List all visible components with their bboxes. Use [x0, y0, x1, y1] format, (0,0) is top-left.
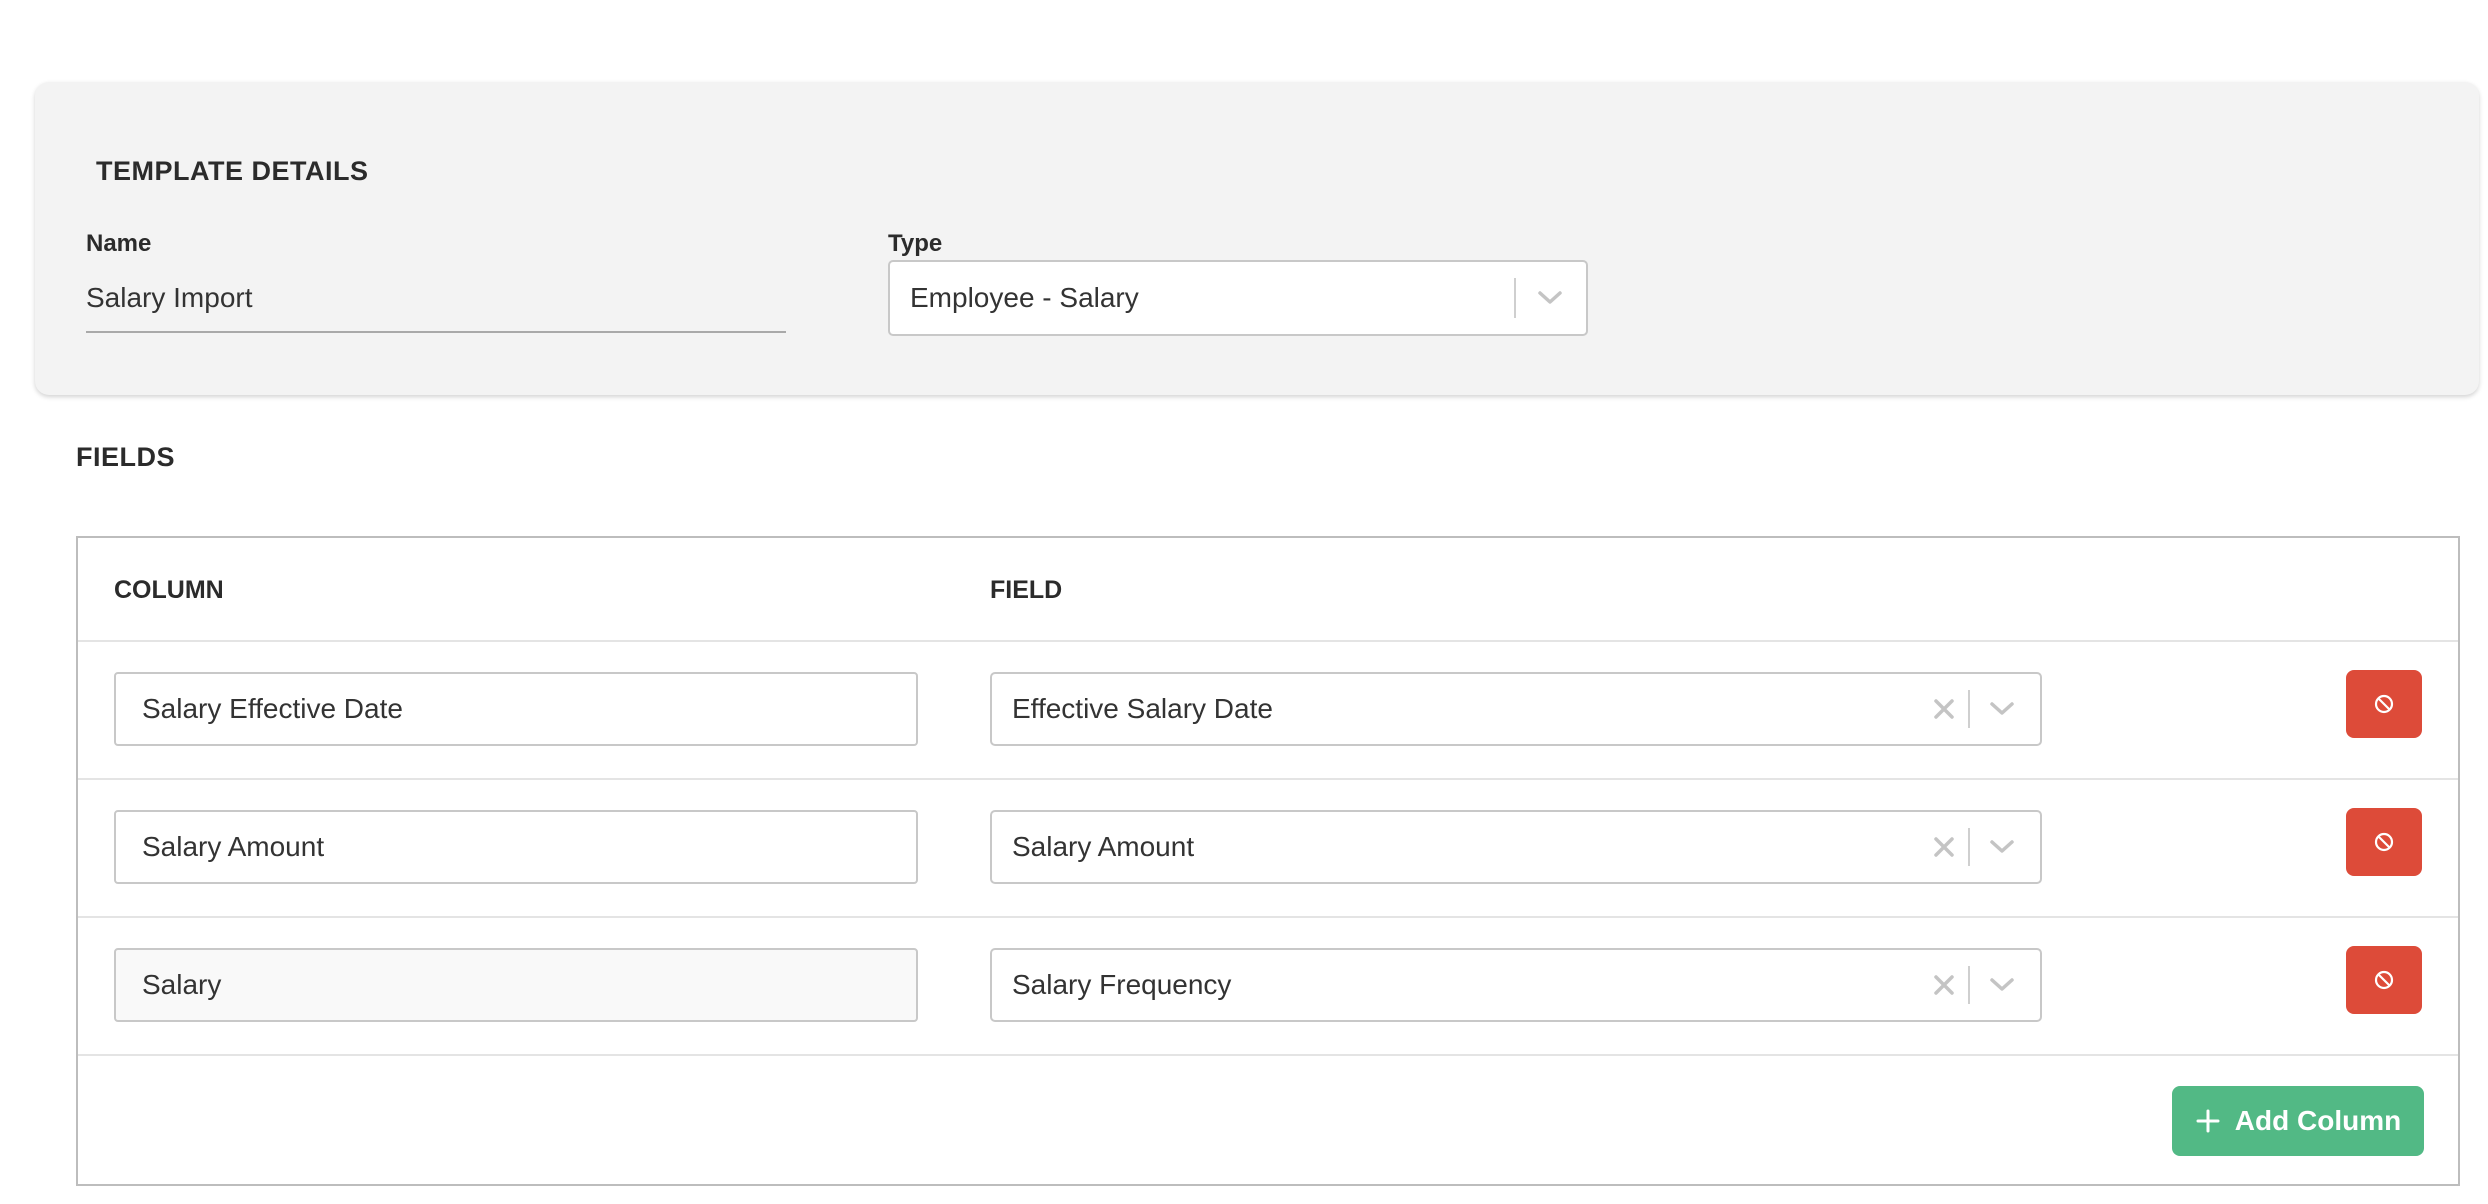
ban-icon	[2374, 694, 2394, 714]
ban-icon	[2374, 832, 2394, 852]
add-column-label: Add Column	[2234, 1105, 2402, 1136]
type-select[interactable]: Employee - Salary	[888, 260, 1588, 336]
row-divider	[78, 778, 2458, 780]
field-select[interactable]: Salary Amount	[990, 810, 2042, 884]
row-divider	[78, 916, 2458, 918]
select-separator	[1968, 690, 1970, 728]
select-separator	[1514, 278, 1516, 318]
fields-table: COLUMN FIELD Salary Effective Date Effec…	[76, 536, 2460, 1186]
template-details-title: TEMPLATE DETAILS	[96, 156, 369, 186]
delete-row-button[interactable]	[2346, 670, 2422, 738]
select-separator	[1968, 966, 1970, 1004]
column-header: COLUMN	[114, 576, 224, 604]
field-select[interactable]: Salary Frequency	[990, 948, 2042, 1022]
delete-row-button[interactable]	[2346, 808, 2422, 876]
type-label: Type	[888, 230, 943, 257]
select-separator	[1968, 828, 1970, 866]
field-select-value: Salary Amount	[1012, 831, 1195, 862]
ban-icon	[2374, 970, 2394, 990]
clear-x-icon[interactable]	[1926, 829, 1962, 865]
fields-title: FIELDS	[76, 442, 176, 472]
clear-x-icon[interactable]	[1926, 691, 1962, 727]
template-details-card	[35, 82, 2479, 395]
field-select-value: Effective Salary Date	[1012, 693, 1273, 724]
delete-row-button[interactable]	[2346, 946, 2422, 1014]
field-select[interactable]: Effective Salary Date	[990, 672, 2042, 746]
type-select-value: Employee - Salary	[910, 282, 1139, 313]
chevron-down-icon[interactable]	[1982, 827, 2022, 867]
row-divider	[78, 1054, 2458, 1056]
column-input[interactable]: Salary	[114, 948, 918, 1022]
chevron-down-icon[interactable]	[1982, 965, 2022, 1005]
add-column-button[interactable]: Add Column	[2172, 1086, 2424, 1156]
chevron-down-icon[interactable]	[1530, 278, 1570, 318]
column-input[interactable]: Salary Amount	[114, 810, 918, 884]
field-header: FIELD	[990, 576, 1063, 604]
column-input[interactable]: Salary Effective Date	[114, 672, 918, 746]
row-divider	[78, 640, 2458, 642]
field-select-value: Salary Frequency	[1012, 969, 1232, 1000]
name-input[interactable]: Salary Import	[86, 268, 786, 333]
name-label: Name	[86, 230, 152, 257]
clear-x-icon[interactable]	[1926, 967, 1962, 1003]
plus-icon	[2196, 1109, 2220, 1133]
chevron-down-icon[interactable]	[1982, 689, 2022, 729]
